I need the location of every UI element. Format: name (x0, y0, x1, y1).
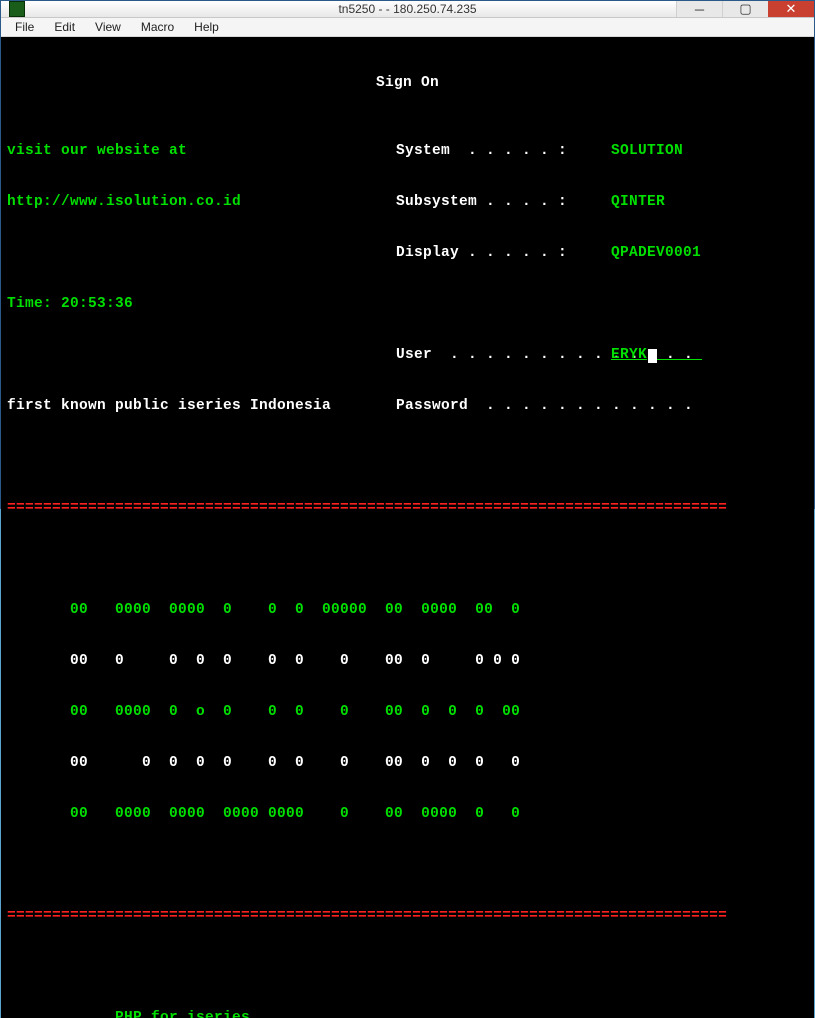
menubar: File Edit View Macro Help (1, 18, 814, 37)
window-title: tn5250 - - 180.250.74.235 (338, 2, 476, 16)
minimize-button[interactable]: ─ (676, 1, 722, 17)
window-controls: ─ ▢ ✕ (676, 1, 814, 17)
cursor-icon (648, 349, 657, 363)
website-prompt: visit our website at (7, 143, 187, 160)
menu-edit[interactable]: Edit (44, 18, 85, 36)
system-label: System . . . . . : (396, 143, 611, 160)
menu-view[interactable]: View (85, 18, 131, 36)
display-label: Display . . . . . : (396, 245, 611, 262)
ascii-art-row: 00 0000 0 o 0 0 0 0 00 0 0 0 00 (7, 704, 520, 721)
ascii-art-row: 00 0000 0000 0000 0000 0 00 0000 0 0 (7, 806, 520, 823)
close-button[interactable]: ✕ (768, 1, 814, 17)
terminal-screen[interactable]: Sign On visit our website at System . . … (1, 37, 814, 1018)
menu-help[interactable]: Help (184, 18, 229, 36)
ascii-art-row: 00 0000 0000 0 0 0 00000 00 0000 00 0 (7, 602, 520, 619)
signon-title: Sign On (376, 75, 439, 92)
system-value: SOLUTION (611, 143, 683, 160)
password-label: Password . . . . . . . . . . . . (396, 398, 611, 415)
subsystem-value: QINTER (611, 194, 665, 211)
menu-file[interactable]: File (5, 18, 44, 36)
website-url: http://www.isolution.co.id (7, 194, 241, 211)
subsystem-label: Subsystem . . . . : (396, 194, 611, 211)
time-label: Time: 20:53:36 (7, 296, 133, 313)
menu-macro[interactable]: Macro (131, 18, 184, 36)
titlebar[interactable]: tn5250 - - 180.250.74.235 ─ ▢ ✕ (1, 1, 814, 18)
app-icon (9, 1, 25, 17)
user-input[interactable]: ERYK (611, 347, 702, 364)
ascii-art-row: 00 0 0 0 0 0 0 0 00 0 0 0 0 (7, 755, 520, 772)
display-value: QPADEV0001 (611, 245, 701, 262)
maximize-button[interactable]: ▢ (722, 1, 768, 17)
tagline: first known public iseries Indonesia (7, 398, 331, 415)
divider-mid: ========================================… (7, 908, 727, 925)
app-window: tn5250 - - 180.250.74.235 ─ ▢ ✕ File Edi… (0, 0, 815, 509)
user-label: User . . . . . . . . . . . . . . (396, 347, 611, 364)
ascii-art-row: 00 0 0 0 0 0 0 0 00 0 0 0 0 (7, 653, 520, 670)
php-tagline: PHP for iseries (7, 1010, 250, 1018)
